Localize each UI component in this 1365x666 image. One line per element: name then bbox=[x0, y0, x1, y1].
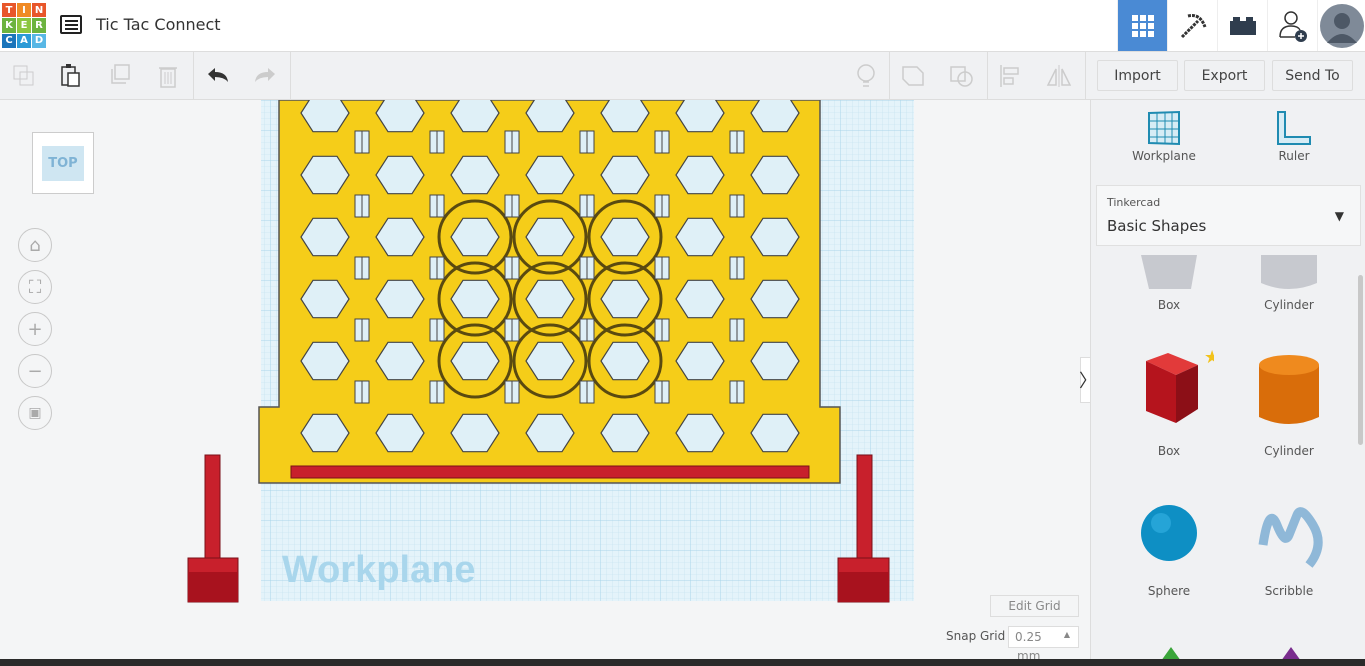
box-hole-icon bbox=[1141, 255, 1197, 289]
board-slot bbox=[290, 465, 810, 479]
caret-up-icon: ▲ bbox=[1063, 630, 1070, 639]
logo-letter: N bbox=[32, 3, 46, 18]
undo-button[interactable] bbox=[204, 62, 232, 90]
logo-letter: R bbox=[32, 18, 46, 33]
shape-scribble[interactable]: Scribble bbox=[1229, 495, 1349, 598]
logo-letter: C bbox=[2, 33, 16, 48]
home-view-button[interactable]: ⌂ bbox=[18, 228, 52, 262]
design-title[interactable]: Tic Tac Connect bbox=[96, 15, 221, 34]
shape-cylinder[interactable]: Cylinder bbox=[1229, 345, 1349, 458]
snap-grid-label: Snap Grid bbox=[946, 629, 1006, 643]
redo-icon bbox=[255, 68, 275, 82]
brick-icon bbox=[1229, 16, 1256, 35]
chevron-right-icon: 〉 bbox=[1079, 367, 1090, 393]
os-taskbar bbox=[0, 659, 1365, 666]
snap-grid-select[interactable]: 0.25 ▲ mm bbox=[1008, 626, 1079, 663]
logo-letter: K bbox=[2, 18, 16, 33]
ungroup-icon bbox=[950, 66, 973, 87]
shape-sphere[interactable]: Sphere bbox=[1109, 495, 1229, 598]
grid-view-button[interactable] bbox=[1117, 0, 1167, 51]
collapse-panel-button[interactable]: 〉 bbox=[1079, 357, 1090, 403]
paste-button[interactable] bbox=[57, 62, 85, 90]
3d-viewport[interactable]: Workplane TOP ⌂ ⛶ + − ▣ 〉 bbox=[0, 100, 1090, 666]
delete-button[interactable] bbox=[154, 62, 182, 90]
shape-library-dropdown[interactable]: Tinkercad Basic Shapes ▼ bbox=[1096, 185, 1361, 246]
perspective-button[interactable]: ▣ bbox=[18, 396, 52, 430]
ungroup-button[interactable] bbox=[948, 62, 976, 90]
scene: Workplane bbox=[187, 100, 914, 603]
caret-down-icon: ▼ bbox=[1334, 209, 1344, 223]
user-avatar-button[interactable] bbox=[1317, 0, 1365, 51]
fit-icon: ⛶ bbox=[28, 276, 42, 298]
lightbulb-icon bbox=[857, 64, 875, 87]
group-button[interactable] bbox=[900, 62, 928, 90]
shapes-panel: Workplane Ruler Tinkercad Basic Shapes ▼… bbox=[1090, 100, 1365, 666]
export-button[interactable]: Export bbox=[1184, 60, 1265, 91]
align-icon bbox=[1000, 65, 1019, 87]
logo-letter: E bbox=[17, 18, 31, 33]
sphere-icon bbox=[1141, 505, 1197, 561]
home-icon: ⌂ bbox=[29, 234, 41, 256]
duplicate-button[interactable] bbox=[106, 62, 134, 90]
cylinder-hole-icon bbox=[1261, 255, 1317, 289]
workplane-icon bbox=[1148, 110, 1180, 146]
pickaxe-icon bbox=[1180, 13, 1206, 38]
logo-letter: D bbox=[32, 33, 46, 48]
top-bar: TIN KER CAD Tic Tac Connect bbox=[0, 0, 1365, 52]
send-to-button[interactable]: Send To bbox=[1272, 60, 1353, 91]
mirror-button[interactable] bbox=[1045, 62, 1073, 90]
paste-icon bbox=[61, 64, 80, 87]
edit-grid-button[interactable]: Edit Grid bbox=[990, 595, 1079, 617]
add-user-icon bbox=[1278, 10, 1307, 42]
blocks-view-button[interactable] bbox=[1167, 0, 1217, 51]
cylinder-icon bbox=[1259, 355, 1319, 424]
zoom-in-button[interactable]: + bbox=[18, 312, 52, 346]
shape-cylinder-hole[interactable]: Cylinder bbox=[1229, 255, 1349, 312]
invite-user-button[interactable] bbox=[1267, 0, 1317, 51]
left-stand bbox=[187, 454, 239, 603]
notes-button[interactable] bbox=[852, 62, 880, 90]
copy-button[interactable] bbox=[10, 62, 38, 90]
cube-icon: ▣ bbox=[28, 405, 42, 421]
svg-text:★: ★ bbox=[1204, 347, 1214, 368]
connect-board bbox=[258, 100, 841, 484]
logo-letter: T bbox=[2, 3, 16, 18]
duplicate-icon bbox=[111, 64, 130, 84]
minus-icon: − bbox=[27, 360, 43, 382]
logo-letter: A bbox=[17, 33, 31, 48]
bricks-view-button[interactable] bbox=[1217, 0, 1267, 51]
scribble-icon bbox=[1258, 507, 1323, 568]
import-button[interactable]: Import bbox=[1097, 60, 1178, 91]
mirror-icon bbox=[1046, 65, 1072, 87]
grid-view-icon bbox=[1131, 14, 1154, 37]
group-icon bbox=[902, 66, 924, 86]
logo-letter: I bbox=[17, 3, 31, 18]
box-icon: ★ bbox=[1146, 347, 1220, 423]
align-button[interactable] bbox=[997, 62, 1025, 90]
tinkercad-logo[interactable]: TIN KER CAD bbox=[2, 3, 46, 48]
avatar bbox=[1319, 3, 1364, 48]
shape-list: Box Cylinder ★ Box Cylinder Sphere Scribb… bbox=[1091, 255, 1365, 666]
fit-view-button[interactable]: ⛶ bbox=[18, 270, 52, 304]
workplane-tool[interactable]: Workplane bbox=[1119, 110, 1209, 163]
plus-icon: + bbox=[27, 318, 43, 340]
ruler-icon bbox=[1277, 111, 1311, 145]
trash-icon bbox=[159, 67, 177, 88]
zoom-out-button[interactable]: − bbox=[18, 354, 52, 388]
view-cube[interactable]: TOP bbox=[32, 132, 94, 194]
shape-list-scrollbar[interactable] bbox=[1358, 275, 1363, 445]
ruler-tool[interactable]: Ruler bbox=[1249, 110, 1339, 163]
copy-icon bbox=[13, 65, 34, 86]
toolbar: Import Export Send To bbox=[0, 52, 1365, 100]
undo-icon bbox=[208, 68, 228, 82]
workplane-label: Workplane bbox=[282, 549, 476, 591]
shape-box[interactable]: ★ Box bbox=[1109, 345, 1229, 458]
design-list-icon[interactable] bbox=[60, 15, 82, 34]
shape-box-hole[interactable]: Box bbox=[1109, 255, 1229, 312]
redo-button[interactable] bbox=[251, 62, 279, 90]
